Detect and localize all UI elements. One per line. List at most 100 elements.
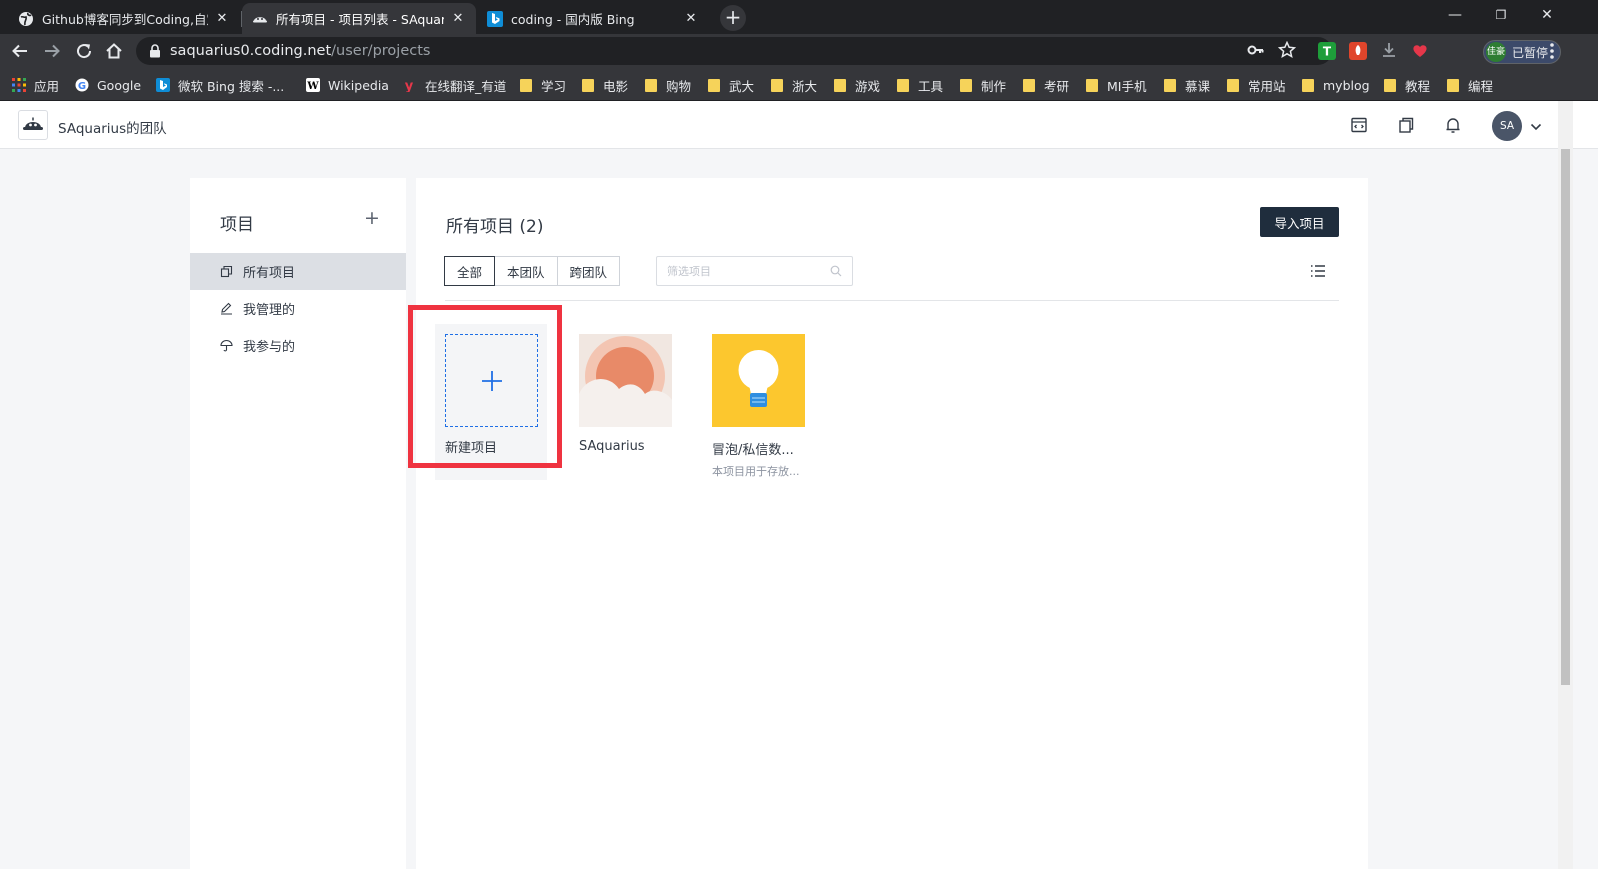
extension-rocket-icon[interactable] xyxy=(1349,42,1367,60)
close-tab-icon[interactable]: ✕ xyxy=(683,11,699,26)
bookmark-label: Wikipedia xyxy=(328,77,389,93)
bookmark-label: myblog xyxy=(1323,77,1370,93)
chevron-down-icon[interactable] xyxy=(1530,118,1542,137)
sidebar-item-managed[interactable]: 我管理的 xyxy=(190,290,406,327)
bookmark-folder[interactable]: 武大 xyxy=(708,75,754,95)
project-card-bubble[interactable]: 冒泡/私信数... 本项目用于存放... xyxy=(712,334,805,479)
bookmark-folder[interactable]: 学习 xyxy=(520,75,566,95)
filter-all[interactable]: 全部 xyxy=(444,256,496,286)
forward-arrow-icon[interactable] xyxy=(40,39,64,63)
sidebar-item-all-projects[interactable]: 所有项目 xyxy=(190,253,406,290)
page-title: 所有项目 (2) xyxy=(446,217,544,237)
google-icon: G xyxy=(75,78,89,92)
bookmark-label: 应用 xyxy=(34,78,60,94)
minimize-button[interactable]: — xyxy=(1432,0,1478,30)
restore-button[interactable]: ❐ xyxy=(1478,0,1524,30)
copy-icon[interactable] xyxy=(1396,115,1416,135)
search-icon[interactable] xyxy=(830,262,842,281)
sun-cloud-illustration xyxy=(579,334,672,427)
close-tab-icon[interactable]: ✕ xyxy=(214,11,230,26)
tab-title: Github博客同步到Coding,自定义 xyxy=(42,12,208,27)
address-bar[interactable]: saquarius0.coding.net/user/projects xyxy=(136,37,1332,65)
bookmark-folder[interactable]: 制作 xyxy=(960,75,1006,95)
extension-heart-icon[interactable] xyxy=(1411,42,1429,60)
workspace-icon[interactable] xyxy=(1349,115,1369,135)
bookmark-bing[interactable]: 微软 Bing 搜索 -... xyxy=(156,75,284,95)
card-name: 新建项目 xyxy=(445,441,498,456)
window-close-button[interactable]: ✕ xyxy=(1524,0,1570,30)
team-logo[interactable] xyxy=(18,110,48,140)
project-thumbnail[interactable] xyxy=(712,334,805,427)
new-project-tile[interactable] xyxy=(445,334,538,427)
project-card-saquarius[interactable]: SAquarius xyxy=(579,334,672,454)
bell-icon[interactable] xyxy=(1443,115,1463,135)
folder-icon xyxy=(1227,78,1239,92)
browser-tab-strip: Github博客同步到Coding,自定义 ✕ 所有项目 - 项目列表 - SA… xyxy=(0,0,1598,34)
bookmark-folder[interactable]: 常用站 xyxy=(1227,75,1286,95)
browser-tab-projects[interactable]: 所有项目 - 项目列表 - SAquarius ✕ xyxy=(242,3,476,34)
new-project-card[interactable]: 新建项目 xyxy=(445,334,538,456)
bookmark-folder[interactable]: 工具 xyxy=(897,75,943,95)
list-view-icon[interactable] xyxy=(1310,263,1326,279)
card-description: 本项目用于存放... xyxy=(712,465,800,478)
apps-grid-icon xyxy=(12,78,26,92)
browser-menu-icon[interactable] xyxy=(1540,39,1564,63)
divider xyxy=(445,300,1339,301)
project-thumbnail[interactable] xyxy=(579,334,672,427)
reload-icon[interactable] xyxy=(72,39,96,63)
youdao-icon: y xyxy=(403,78,417,92)
team-name[interactable]: SAquarius的团队 xyxy=(58,117,167,137)
sidebar-item-participated[interactable]: 我参与的 xyxy=(190,327,406,364)
bookmark-folder[interactable]: 考研 xyxy=(1023,75,1069,95)
import-project-button[interactable]: 导入项目 xyxy=(1260,207,1339,237)
browser-tab-bing[interactable]: coding - 国内版 Bing ✕ xyxy=(477,3,709,34)
bing-icon xyxy=(156,78,170,92)
bookmark-folder[interactable]: 浙大 xyxy=(771,75,817,95)
browser-tab-github-blog[interactable]: Github博客同步到Coding,自定义 ✕ xyxy=(8,3,240,34)
sidebar-title: 项目 xyxy=(220,215,254,235)
add-project-button[interactable]: + xyxy=(362,208,382,228)
folder-icon xyxy=(1447,78,1459,92)
bookmark-apps[interactable]: 应用 xyxy=(12,75,59,95)
filter-cross-team[interactable]: 跨团队 xyxy=(556,256,621,286)
star-icon[interactable] xyxy=(1277,40,1297,63)
url-path: /user/projects xyxy=(331,43,431,59)
bookmark-label: 编程 xyxy=(1468,78,1494,94)
bookmark-folder[interactable]: 编程 xyxy=(1447,75,1493,95)
bookmark-folder[interactable]: 慕课 xyxy=(1164,75,1210,95)
new-tab-button[interactable]: + xyxy=(720,5,746,31)
folder-icon xyxy=(1384,78,1396,92)
bookmark-folder[interactable]: 教程 xyxy=(1384,75,1430,95)
bookmark-folder[interactable]: 游戏 xyxy=(834,75,880,95)
home-icon[interactable] xyxy=(102,39,126,63)
bookmark-folder[interactable]: myblog xyxy=(1302,75,1370,95)
tab-title: coding - 国内版 Bing xyxy=(511,12,635,27)
copy-icon xyxy=(220,265,233,278)
scrollbar-thumb[interactable] xyxy=(1561,149,1570,685)
close-tab-icon[interactable]: ✕ xyxy=(450,11,466,26)
bookmark-label: 工具 xyxy=(918,78,944,94)
search-input[interactable] xyxy=(667,264,830,278)
download-icon[interactable] xyxy=(1380,41,1398,63)
back-arrow-icon[interactable] xyxy=(8,39,32,63)
bookmark-wikipedia[interactable]: W Wikipedia xyxy=(306,75,389,95)
profile-avatar: 佳豪 xyxy=(1486,42,1506,62)
pencil-icon xyxy=(220,302,233,315)
bookmark-label: 常用站 xyxy=(1248,78,1286,94)
folder-icon xyxy=(1302,78,1314,92)
bookmark-label: MI手机 xyxy=(1107,78,1147,94)
key-icon[interactable] xyxy=(1247,41,1265,63)
filter-this-team[interactable]: 本团队 xyxy=(494,256,558,286)
bookmark-label: 考研 xyxy=(1044,78,1070,94)
bookmark-folder[interactable]: 购物 xyxy=(645,75,691,95)
bookmark-youdao[interactable]: y 在线翻译_有道 xyxy=(403,75,507,95)
avatar[interactable]: SA xyxy=(1492,111,1522,141)
folder-icon xyxy=(834,78,846,92)
bookmark-folder[interactable]: MI手机 xyxy=(1086,75,1146,95)
folder-icon xyxy=(645,78,657,92)
folder-icon xyxy=(708,78,720,92)
bookmark-label: 微软 Bing 搜索 -... xyxy=(178,78,285,94)
bookmark-google[interactable]: G Google xyxy=(75,75,141,95)
bookmark-folder[interactable]: 电影 xyxy=(582,75,628,95)
extension-shield-icon[interactable]: T xyxy=(1318,42,1336,60)
